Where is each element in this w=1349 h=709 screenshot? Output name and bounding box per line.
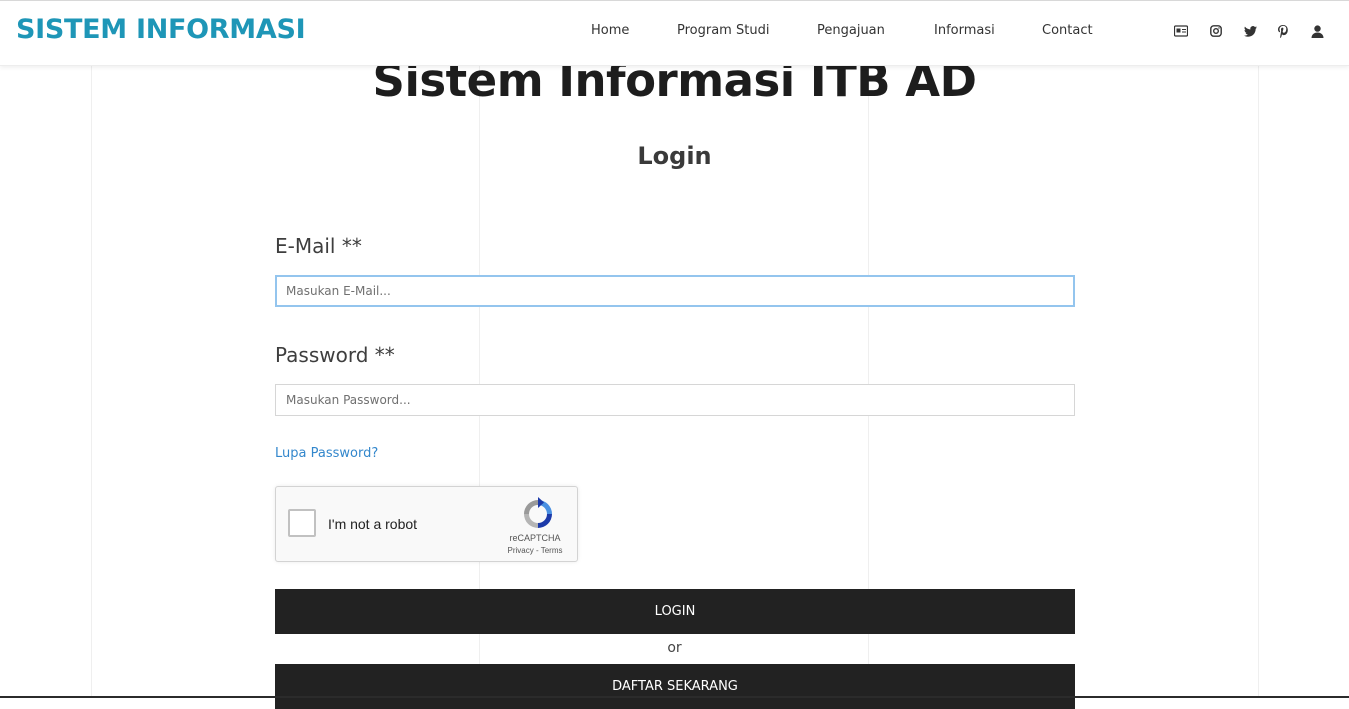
site-header: SISTEM INFORMASI Home Program Studi Peng…	[0, 1, 1349, 66]
twitter-icon[interactable]	[1242, 23, 1258, 39]
recaptcha-label: I'm not a robot	[328, 516, 418, 532]
password-input[interactable]	[275, 384, 1075, 416]
register-button[interactable]: DAFTAR SEKARANG	[275, 664, 1075, 709]
social-icons	[1173, 23, 1333, 43]
contact-card-icon[interactable]	[1173, 23, 1189, 39]
nav-item-program-studi[interactable]: Program Studi	[677, 23, 769, 43]
user-icon[interactable]	[1309, 23, 1325, 39]
recaptcha-privacy-terms-link[interactable]: Privacy - Terms	[500, 546, 570, 555]
password-label: Password **	[275, 343, 395, 367]
recaptcha-checkbox[interactable]	[288, 509, 316, 537]
email-input[interactable]	[275, 275, 1075, 307]
nav-item-home[interactable]: Home	[591, 23, 629, 43]
nav-item-contact[interactable]: Contact	[1042, 23, 1093, 43]
forgot-password-link[interactable]: Lupa Password?	[275, 446, 378, 461]
login-button[interactable]: LOGIN	[275, 589, 1075, 634]
brand-logo[interactable]: SISTEM INFORMASI	[16, 14, 306, 45]
or-separator: or	[667, 640, 682, 656]
nav-item-label[interactable]: Contact	[1042, 23, 1093, 38]
recaptcha-logo-icon	[521, 497, 555, 531]
nav-item-label[interactable]: Pengajuan	[817, 23, 885, 38]
recaptcha-brand: reCAPTCHA	[509, 533, 561, 543]
nav-item-pengajuan[interactable]: Pengajuan	[817, 23, 885, 43]
nav-item-label[interactable]: Home	[591, 23, 629, 38]
nav-item-label[interactable]: Informasi	[934, 23, 995, 38]
recaptcha-widget: I'm not a robot reCAPTCHA Privacy - Term…	[275, 486, 578, 562]
email-label: E-Mail **	[275, 234, 362, 258]
nav-item-label[interactable]: Program Studi	[677, 23, 769, 38]
nav-item-informasi[interactable]: Informasi	[934, 23, 995, 43]
pinterest-icon[interactable]	[1275, 23, 1291, 39]
instagram-icon[interactable]	[1208, 23, 1224, 39]
login-heading: Login	[637, 142, 712, 170]
